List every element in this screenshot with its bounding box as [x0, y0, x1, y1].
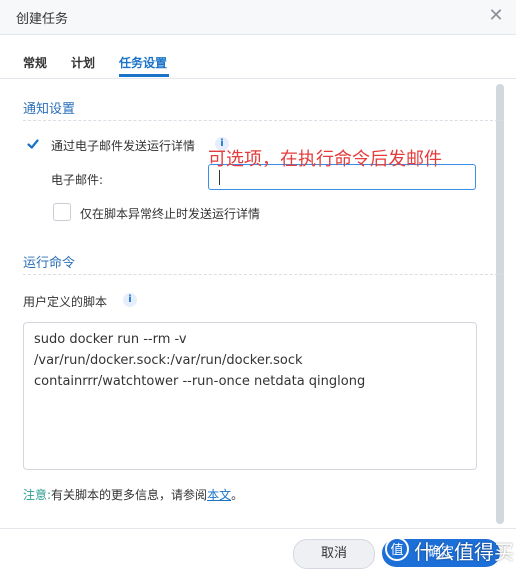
script-textarea[interactable]: sudo docker run --rm -v /var/run/docker.… — [23, 322, 477, 470]
ok-button[interactable]: 确定 — [382, 539, 500, 567]
note-prefix: 注意: — [23, 488, 52, 502]
abnormal-only-checkbox[interactable] — [53, 203, 71, 221]
cancel-button[interactable]: 取消 — [293, 539, 375, 569]
section-title-notification: 通知设置 — [23, 102, 76, 117]
tab-bar: 常规 计划 任务设置 — [0, 34, 516, 79]
active-tab-indicator — [119, 74, 169, 77]
note-text: 有关脚本的更多信息，请参阅 — [51, 488, 208, 502]
info-icon[interactable]: i — [123, 293, 137, 307]
section-divider — [23, 274, 503, 276]
title-bar: 创建任务 ✕ — [0, 0, 516, 35]
close-icon[interactable]: ✕ — [486, 6, 506, 26]
send-email-label: 通过电子邮件发送运行详情 — [51, 139, 196, 153]
note-link[interactable]: 本文 — [207, 488, 231, 502]
text-caret — [219, 170, 220, 185]
email-label: 电子邮件: — [51, 173, 104, 187]
annotation-text: 可选项，在执行命令后发邮件 — [208, 149, 442, 170]
section-title-run-command: 运行命令 — [23, 256, 76, 271]
abnormal-only-label: 仅在脚本异常终止时发送运行详情 — [80, 207, 261, 221]
tab-general[interactable]: 常规 — [23, 54, 47, 71]
script-label: 用户定义的脚本 — [23, 295, 108, 309]
scroll-thumb[interactable] — [496, 84, 504, 524]
check-icon — [27, 139, 39, 149]
dialog-footer: 取消 确定 — [0, 528, 516, 571]
scrollbar[interactable] — [496, 84, 504, 524]
script-line: containrrr/watchtower --run-once netdata… — [34, 374, 366, 389]
tab-task-settings[interactable]: 任务设置 — [119, 54, 167, 71]
script-line: /var/run/docker.sock:/var/run/docker.soc… — [34, 353, 303, 368]
send-email-checkbox[interactable] — [24, 136, 42, 154]
note-suffix: 。 — [231, 488, 244, 502]
script-note: 注意:有关脚本的更多信息，请参阅本文。 — [23, 486, 243, 503]
section-divider — [23, 120, 503, 122]
script-line: sudo docker run --rm -v — [34, 332, 187, 347]
tab-schedule[interactable]: 计划 — [71, 54, 95, 71]
dialog-title: 创建任务 — [16, 12, 69, 27]
